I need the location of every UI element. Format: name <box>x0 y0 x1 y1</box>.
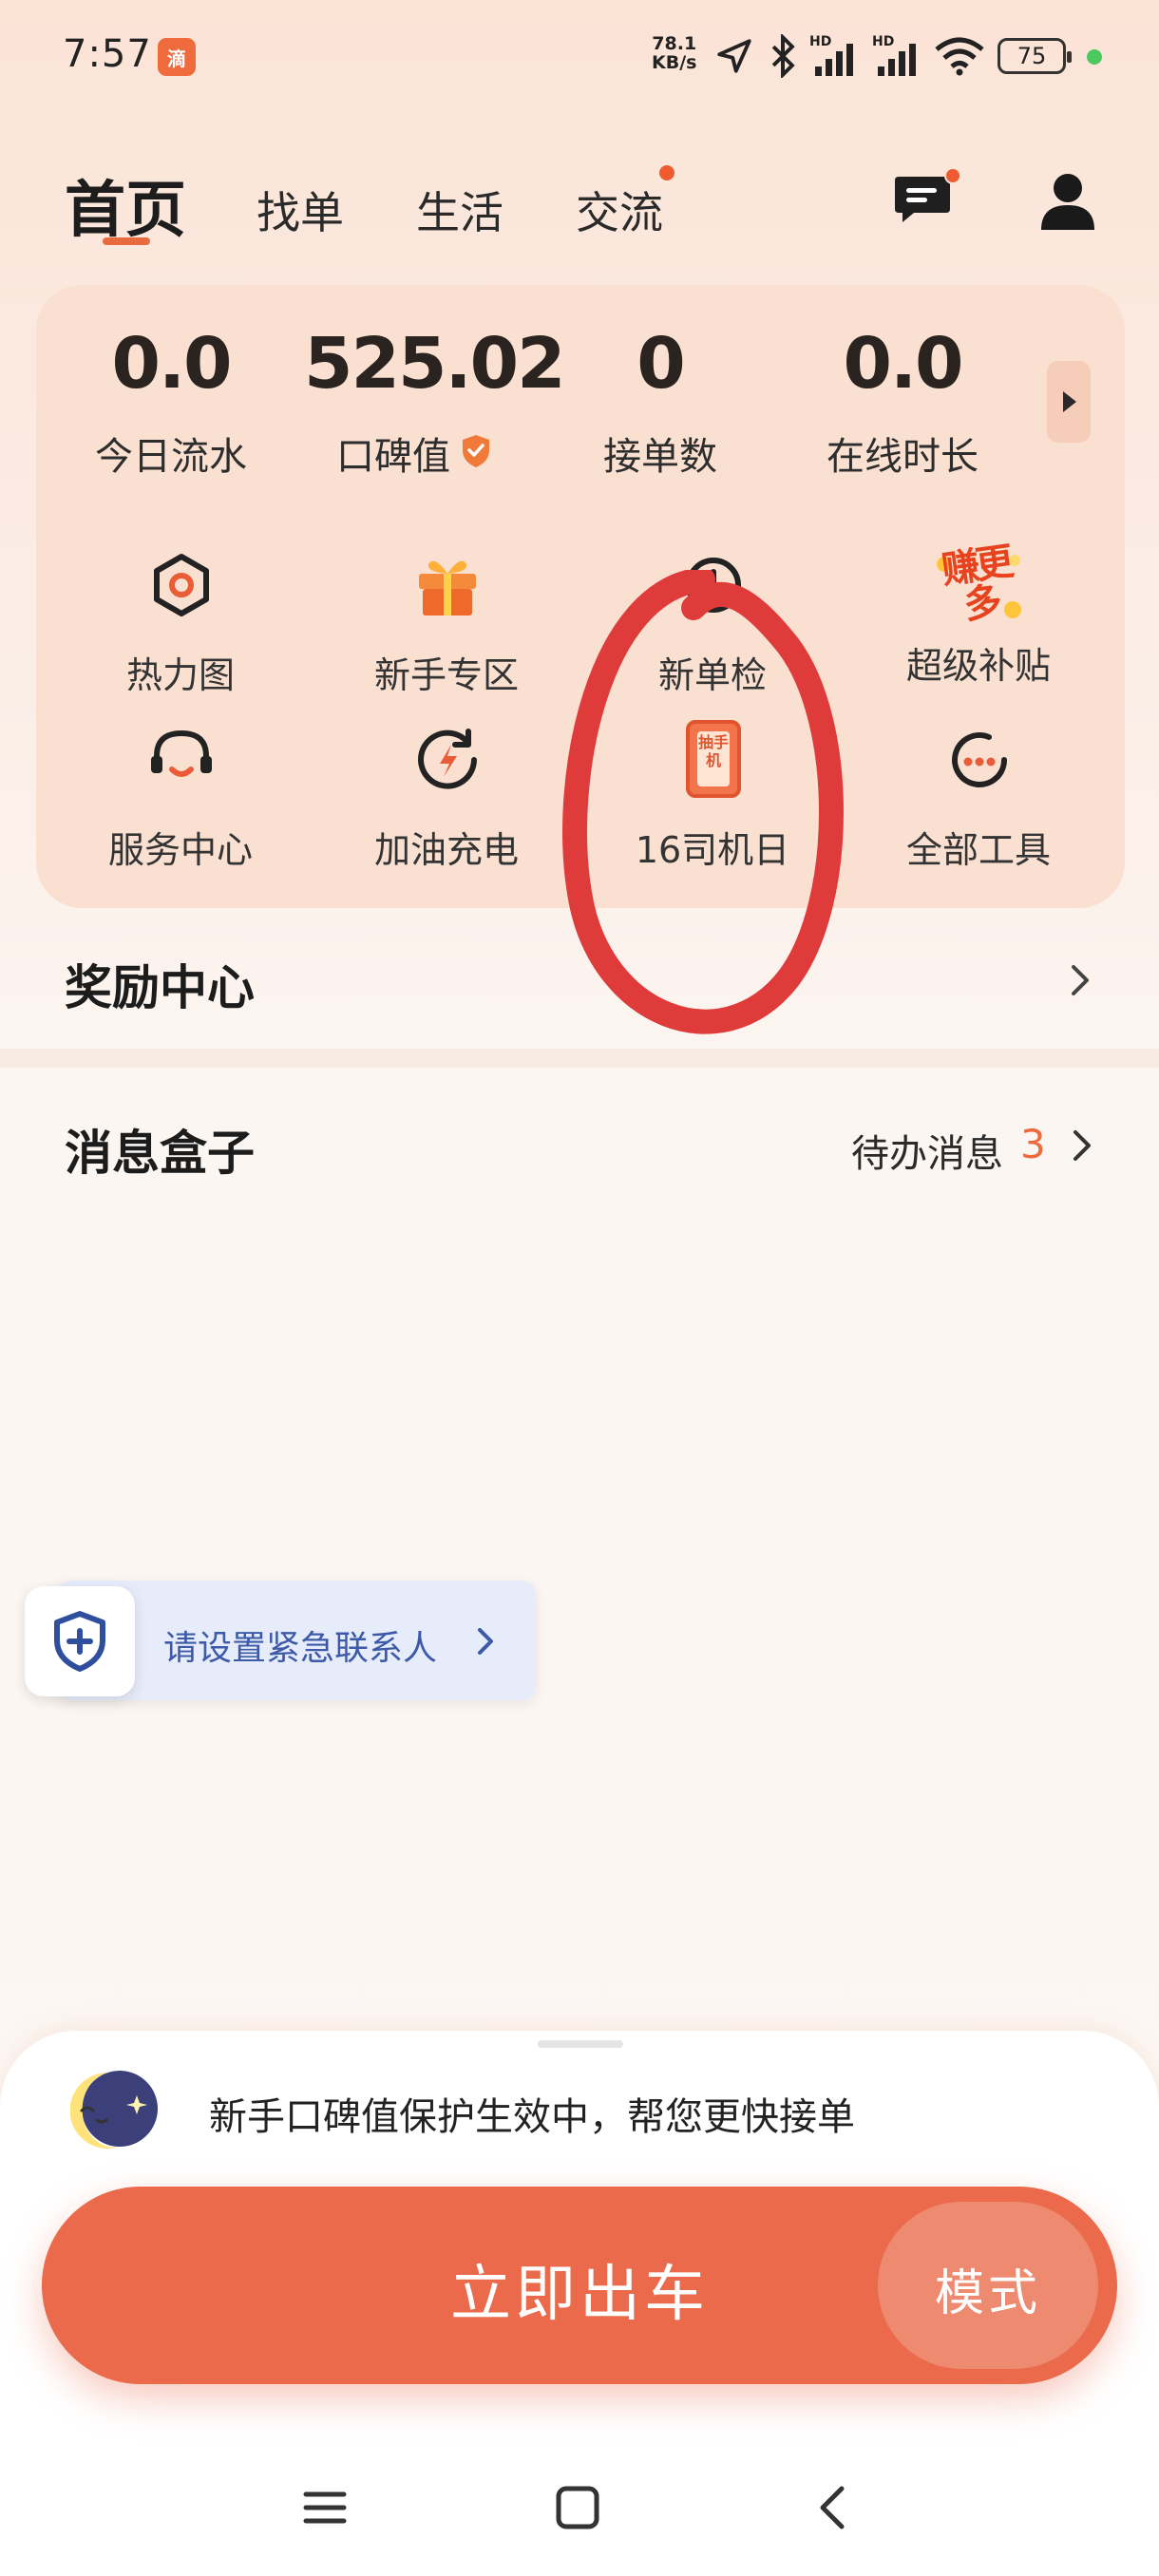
verified-shield-icon <box>463 435 489 467</box>
tab-home[interactable]: 首页 <box>65 161 186 249</box>
status-time: 7:57 <box>63 32 152 76</box>
network-speed: 78.1 KB/s <box>652 34 696 72</box>
network-speed-unit: KB/s <box>652 52 697 73</box>
online-hours-label[interactable]: 在线时长 <box>788 426 1016 481</box>
message-icon[interactable] <box>893 173 952 226</box>
pending-messages-count: 3 <box>1020 1121 1046 1167</box>
privacy-indicator-dot <box>1087 49 1102 65</box>
back-icon[interactable] <box>806 2479 863 2536</box>
more-icon <box>952 732 1007 787</box>
location-icon <box>717 39 751 73</box>
earn-more-badge-text: 赚更多 <box>939 540 1014 629</box>
tool-label: 热力图 <box>125 654 235 696</box>
section-divider <box>0 1049 1159 1068</box>
chevron-right-icon <box>478 1628 493 1655</box>
profile-icon[interactable] <box>1039 171 1096 232</box>
chevron-right-icon <box>1074 1130 1091 1161</box>
stats-expand-button[interactable] <box>1047 361 1091 443</box>
moon-mascot-icon <box>70 2071 158 2149</box>
orders-count-value: 0 <box>636 323 686 405</box>
cell-signal-icon-2 <box>878 44 916 76</box>
tab-home-indicator <box>103 237 150 245</box>
menu-icon[interactable] <box>296 2479 353 2536</box>
status-bar: 7:57 滴 78.1 KB/s HD HD 75 <box>0 0 1159 114</box>
headset-icon <box>151 729 212 777</box>
protection-notice: 新手口碑值保护生效中，帮您更快接单 <box>209 2095 855 2139</box>
tab-exchange-badge <box>659 165 674 180</box>
tool-label: 全部工具 <box>905 829 1051 871</box>
chevron-right-icon <box>1072 965 1089 995</box>
network-speed-value: 78.1 <box>652 33 697 54</box>
cell-signal-icon-1 <box>815 44 853 76</box>
bluetooth-icon <box>771 34 795 78</box>
tool-label: 加油充电 <box>373 829 519 871</box>
gift-icon <box>419 560 476 616</box>
charge-icon <box>418 729 477 789</box>
message-badge <box>944 167 961 184</box>
reputation-value: 525.02 <box>304 323 566 405</box>
annotation-circle <box>562 570 844 1034</box>
app-notification-icon: 滴 <box>158 38 196 76</box>
emergency-shield-button[interactable] <box>25 1586 135 1696</box>
tab-find-orders[interactable]: 找单 <box>256 179 344 241</box>
message-box-title[interactable]: 消息盒子 <box>65 1115 255 1184</box>
caret-right-icon <box>1063 391 1076 412</box>
heatmap-icon <box>154 554 209 616</box>
earn-more-icon: 赚更多 <box>931 540 1026 628</box>
emergency-contact-text[interactable]: 请设置紧急联系人 <box>163 1620 437 1670</box>
mode-label[interactable]: 模式 <box>878 2253 1098 2324</box>
tool-label: 超级补贴 <box>905 645 1051 687</box>
tool-label: 服务中心 <box>107 829 253 871</box>
pending-messages-label[interactable]: 待办消息 <box>851 1123 1003 1178</box>
today-revenue-value: 0.0 <box>111 323 232 405</box>
tool-label: 新手专区 <box>373 654 519 696</box>
today-revenue-label[interactable]: 今日流水 <box>57 426 285 481</box>
home-icon[interactable] <box>549 2479 606 2536</box>
battery-indicator: 75 <box>998 38 1072 74</box>
reward-center-title[interactable]: 奖励中心 <box>65 950 255 1018</box>
shield-plus-icon <box>54 1611 105 1672</box>
tab-life[interactable]: 生活 <box>416 179 504 241</box>
orders-count-label[interactable]: 接单数 <box>546 426 774 481</box>
tab-exchange[interactable]: 交流 <box>576 179 663 241</box>
online-hours-value: 0.0 <box>843 323 963 405</box>
sheet-drag-handle[interactable] <box>538 2040 623 2048</box>
wifi-icon <box>935 37 984 76</box>
